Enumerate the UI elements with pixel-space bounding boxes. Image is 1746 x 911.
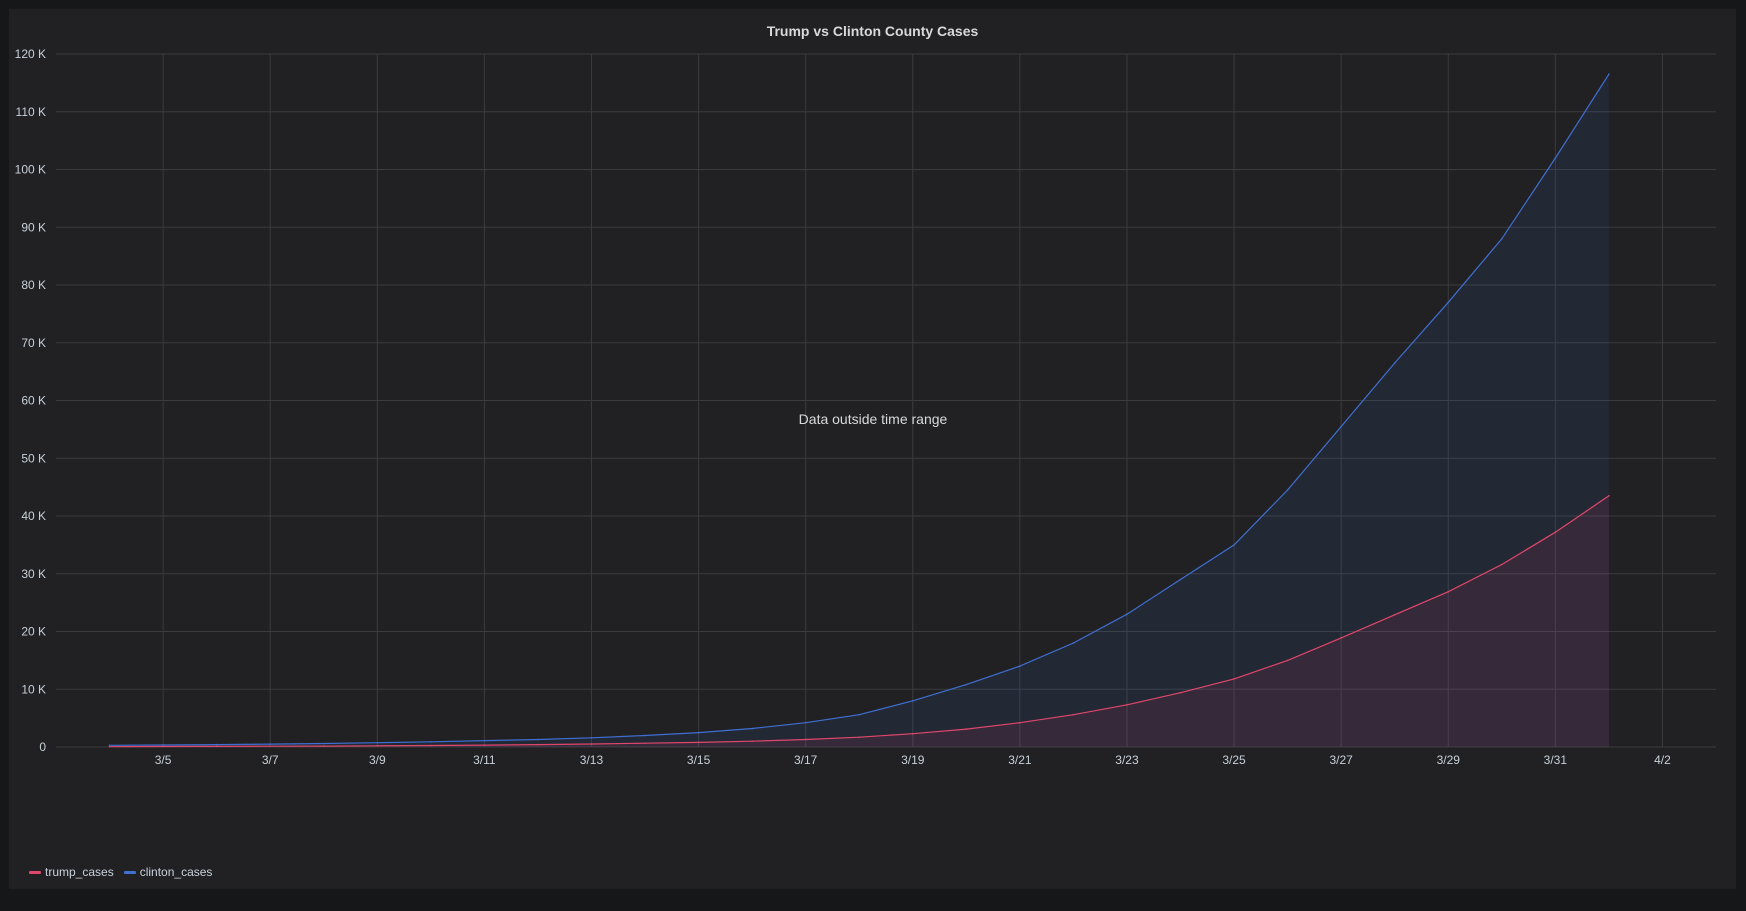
data-point-trump_cases bbox=[537, 743, 539, 746]
x-tick-label: 4/2 bbox=[1654, 753, 1671, 767]
data-point-trump_cases bbox=[911, 732, 914, 735]
data-point-clinton_cases bbox=[537, 738, 539, 741]
data-point-clinton_cases bbox=[215, 743, 218, 746]
data-point-clinton_cases bbox=[1126, 613, 1128, 615]
x-tick-label: 3/17 bbox=[794, 753, 818, 767]
data-point-trump_cases bbox=[1126, 704, 1128, 706]
data-point-clinton_cases bbox=[269, 743, 271, 745]
data-point-trump_cases bbox=[590, 743, 593, 745]
chart-panel: Trump vs Clinton County Cases 0 10 K 20 K3… bbox=[9, 9, 1736, 889]
data-point-trump_cases bbox=[322, 745, 325, 747]
data-point-clinton_cases bbox=[1286, 489, 1289, 491]
legend-swatch-trump bbox=[29, 870, 41, 874]
data-point-clinton_cases bbox=[1393, 362, 1396, 364]
legend: trump_cases clinton_cases bbox=[29, 865, 222, 879]
x-tick-label: 3/13 bbox=[580, 753, 604, 767]
legend-item-trump[interactable]: trump_cases bbox=[29, 865, 114, 879]
data-point-clinton_cases bbox=[108, 744, 111, 747]
data-point-trump_cases bbox=[1286, 659, 1289, 662]
data-point-clinton_cases bbox=[1072, 642, 1075, 644]
legend-swatch-clinton bbox=[123, 870, 136, 874]
data-point-trump_cases bbox=[376, 745, 379, 747]
data-point-clinton_cases bbox=[322, 742, 325, 745]
data-point-trump_cases bbox=[858, 736, 861, 738]
x-tick-label: 3/9 bbox=[369, 753, 386, 767]
data-point-trump_cases bbox=[162, 745, 164, 748]
data-point-trump_cases bbox=[1233, 678, 1235, 680]
data-point-clinton_cases bbox=[911, 700, 914, 702]
data-point-trump_cases bbox=[1608, 494, 1610, 497]
data-point-trump_cases bbox=[751, 740, 753, 743]
data-point-clinton_cases bbox=[483, 739, 486, 742]
legend-item-clinton[interactable]: clinton_cases bbox=[123, 865, 213, 879]
y-tick-label: 60 K bbox=[21, 394, 46, 408]
data-point-clinton_cases bbox=[804, 721, 807, 724]
y-tick-label: 50 K bbox=[21, 451, 46, 465]
data-point-trump_cases bbox=[430, 744, 432, 747]
data-point-trump_cases bbox=[1072, 713, 1075, 716]
x-tick-label: 3/7 bbox=[262, 753, 279, 767]
y-tick-label: 40 K bbox=[21, 509, 46, 523]
x-tick-label: 3/5 bbox=[155, 753, 172, 767]
x-tick-label: 3/11 bbox=[473, 753, 496, 767]
y-tick-label: 70 K bbox=[21, 336, 46, 350]
data-point-trump_cases bbox=[1447, 590, 1450, 593]
data-point-trump_cases bbox=[1019, 721, 1021, 724]
data-point-clinton_cases bbox=[1233, 544, 1235, 546]
data-point-clinton_cases bbox=[430, 741, 432, 743]
data-point-trump_cases bbox=[1179, 691, 1182, 694]
data-point-clinton_cases bbox=[1501, 238, 1503, 240]
data-point-trump_cases bbox=[1501, 563, 1503, 566]
y-tick-label: 110 K bbox=[16, 105, 46, 119]
y-tick-label: 30 K bbox=[21, 567, 46, 581]
data-point-trump_cases bbox=[483, 744, 486, 746]
x-tick-label: 3/31 bbox=[1544, 753, 1568, 767]
data-point-clinton_cases bbox=[1554, 157, 1557, 159]
y-tick-label: 20 K bbox=[21, 625, 46, 639]
data-point-clinton_cases bbox=[1447, 301, 1450, 304]
data-point-clinton_cases bbox=[751, 727, 753, 730]
legend-label-trump: trump_cases bbox=[45, 865, 114, 879]
data-point-trump_cases bbox=[1393, 613, 1396, 616]
data-point-clinton_cases bbox=[1608, 73, 1610, 76]
x-tick-label: 3/23 bbox=[1115, 753, 1139, 767]
x-tick-label: 3/29 bbox=[1437, 753, 1461, 767]
x-tick-label: 3/21 bbox=[1008, 753, 1032, 767]
data-point-trump_cases bbox=[644, 742, 646, 745]
y-tick-label: 80 K bbox=[21, 278, 46, 292]
x-tick-label: 3/15 bbox=[687, 753, 711, 767]
data-point-clinton_cases bbox=[644, 734, 646, 737]
y-tick-label: 0 bbox=[39, 740, 46, 754]
y-tick-label: 100 K bbox=[15, 163, 46, 177]
data-point-trump_cases bbox=[1554, 531, 1557, 533]
y-tick-label: 10 K bbox=[21, 682, 46, 696]
data-point-clinton_cases bbox=[376, 741, 379, 744]
overlay-message: Data outside time range bbox=[799, 411, 948, 427]
data-point-trump_cases bbox=[804, 738, 807, 741]
x-tick-label: 3/19 bbox=[901, 753, 925, 767]
data-point-clinton_cases bbox=[697, 731, 700, 734]
data-point-trump_cases bbox=[965, 728, 968, 730]
data-point-clinton_cases bbox=[590, 736, 593, 739]
data-point-trump_cases bbox=[1340, 637, 1342, 639]
y-tick-label: 120 K bbox=[15, 47, 46, 61]
data-point-trump_cases bbox=[108, 745, 111, 748]
data-point-clinton_cases bbox=[858, 713, 861, 716]
data-point-clinton_cases bbox=[965, 683, 968, 686]
legend-label-clinton: clinton_cases bbox=[139, 865, 213, 879]
data-point-clinton_cases bbox=[1340, 425, 1342, 428]
data-point-clinton_cases bbox=[162, 744, 164, 746]
data-point-clinton_cases bbox=[1179, 578, 1182, 581]
y-tick-label: 90 K bbox=[21, 220, 46, 234]
x-tick-label: 3/25 bbox=[1222, 753, 1246, 767]
data-point-clinton_cases bbox=[1019, 665, 1021, 667]
data-point-trump_cases bbox=[697, 741, 700, 744]
x-tick-label: 3/27 bbox=[1329, 753, 1353, 767]
data-point-trump_cases bbox=[269, 745, 271, 748]
chart-plot-area: 0 10 K 20 K 30 K 40 K 50 K 60 K 70 K 80 K 90 K 100… bbox=[15, 47, 1716, 767]
data-point-trump_cases bbox=[215, 745, 218, 748]
